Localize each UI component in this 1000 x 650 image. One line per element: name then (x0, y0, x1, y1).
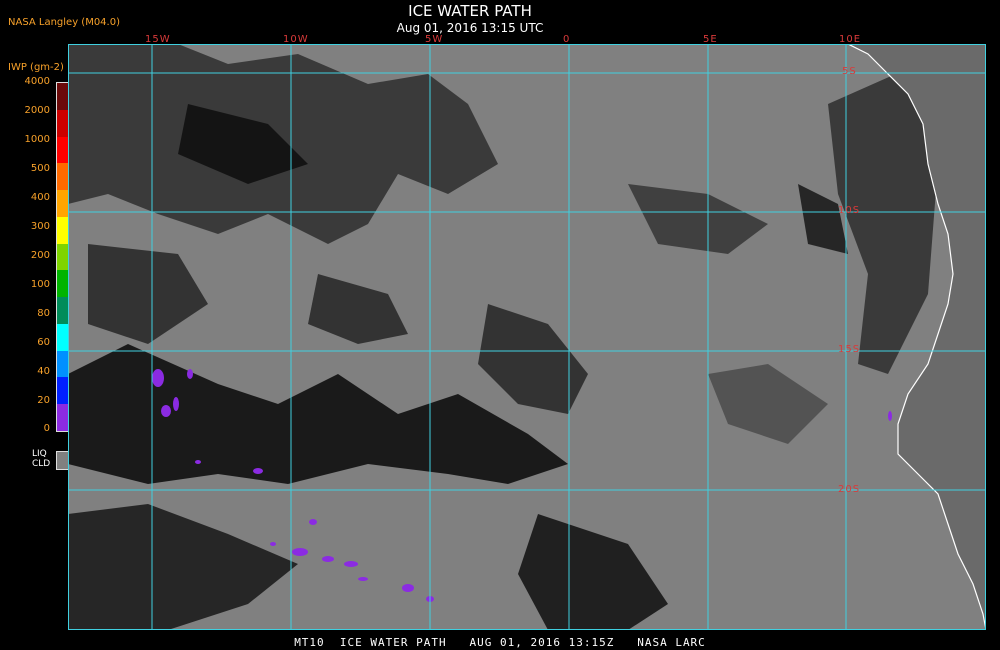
legend-label: 100 (30, 279, 50, 290)
legend-label: 400 (30, 192, 50, 203)
lat-label: 20S (838, 484, 861, 495)
legend-label: 20 (37, 395, 50, 406)
legend-label: 80 (37, 308, 50, 319)
legend-label: 60 (37, 337, 50, 348)
legend-label: 500 (30, 163, 50, 174)
cld-text: CLD (32, 459, 51, 469)
lon-label: 15W (145, 34, 171, 45)
lon-label: 5E (703, 34, 718, 45)
satellite-map[interactable] (68, 44, 986, 630)
source-label: NASA Langley (M04.0) (8, 17, 120, 28)
liquid-cloud-label: LIQ CLD (32, 449, 50, 469)
legend-label: 0 (43, 423, 50, 434)
legend-label: 300 (30, 221, 50, 232)
lon-label: 10E (839, 34, 862, 45)
map-title: ICE WATER PATH (408, 2, 532, 20)
legend-title: IWP (gm-2) (8, 62, 64, 73)
legend-label: 2000 (24, 105, 50, 116)
lon-label: 0 (563, 34, 571, 45)
legend-label: 1000 (24, 134, 50, 145)
lon-label: 10W (283, 34, 309, 45)
liq-text: LIQ (32, 449, 47, 459)
legend-label: 200 (30, 250, 50, 261)
map-subtitle: Aug 01, 2016 13:15 UTC (396, 21, 544, 35)
lat-label: 15S (838, 344, 861, 355)
lat-label: 5S (842, 66, 857, 77)
footer-caption: MT10 ICE WATER PATH AUG 01, 2016 13:15Z … (294, 636, 706, 649)
lon-label: 5W (425, 34, 444, 45)
lat-label: 10S (838, 205, 861, 216)
legend-label: 4000 (24, 76, 50, 87)
legend-label: 40 (37, 366, 50, 377)
